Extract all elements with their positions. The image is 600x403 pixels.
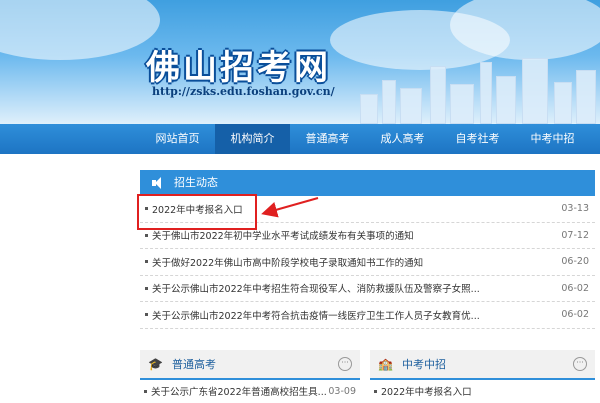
news-item-date: 03-13 <box>561 203 589 215</box>
news-item-title[interactable]: 关于公示佛山市2022年中考招生符合现役军人、消防救援队伍及警察子女照... <box>152 281 555 295</box>
news-item[interactable]: 关于做好2022年佛山市高中阶段学校电子录取通知书工作的通知 06-20 <box>140 249 595 276</box>
more-icon[interactable]: ··· <box>573 357 587 371</box>
nav-item[interactable]: 机构简介 <box>215 124 290 154</box>
more-icon[interactable]: ··· <box>338 357 352 371</box>
list-item-title[interactable]: 关于公示广东省2022年普通高校招生具... <box>151 384 326 398</box>
nav-item[interactable]: 成人高考 <box>365 124 440 154</box>
news-item-date: 06-02 <box>561 309 589 321</box>
graduation-cap-icon: 🎓 <box>148 357 163 371</box>
nav-item[interactable]: 普通高考 <box>290 124 365 154</box>
bullet-icon <box>145 313 148 317</box>
list-item[interactable]: 关于公示广东省2022年普通高校招生具... 03-09 <box>140 380 360 402</box>
highlight-box <box>137 194 257 230</box>
bullet-icon <box>145 260 148 264</box>
gaokao-header: 🎓 普通高考 ··· <box>140 350 360 380</box>
list-item[interactable]: 2022年中考报名入口 <box>370 380 595 402</box>
news-panel-header: 招生动态 <box>140 170 595 196</box>
site-title[interactable]: 佛山招考网 <box>146 40 331 89</box>
bullet-icon <box>144 389 147 393</box>
main-nav: 网站首页 机构简介 普通高考 成人高考 自考社考 中考中招 <box>0 124 600 154</box>
nav-item[interactable]: 自考社考 <box>440 124 515 154</box>
news-item-date: 06-20 <box>561 256 589 268</box>
skyline-illustration <box>340 54 600 124</box>
zhongkao-title[interactable]: 中考中招 <box>402 356 446 372</box>
speaker-icon <box>152 177 166 189</box>
gaokao-title[interactable]: 普通高考 <box>172 356 216 372</box>
news-item[interactable]: 关于公示佛山市2022年中考符合抗击疫情一线医疗卫生工作人员子女教育优... 06… <box>140 302 595 329</box>
bullet-icon <box>145 233 148 237</box>
news-item-date: 06-02 <box>561 282 589 294</box>
cloud-decoration <box>0 0 160 60</box>
news-item-date: 07-12 <box>561 229 589 241</box>
list-item-date: 03-09 <box>328 385 356 397</box>
nav-item[interactable]: 中考中招 <box>515 124 590 154</box>
news-item-title[interactable]: 关于做好2022年佛山市高中阶段学校电子录取通知书工作的通知 <box>152 255 555 269</box>
news-item[interactable]: 关于公示佛山市2022年中考招生符合现役军人、消防救援队伍及警察子女照... 06… <box>140 276 595 302</box>
zhongkao-header: 🏫 中考中招 ··· <box>370 350 595 380</box>
school-icon: 🏫 <box>378 357 393 371</box>
news-item-title[interactable]: 关于公示佛山市2022年中考符合抗击疫情一线医疗卫生工作人员子女教育优... <box>152 308 555 322</box>
site-header: 佛山招考网 http://zsks.edu.foshan.gov.cn/ <box>0 0 600 124</box>
nav-item[interactable]: 网站首页 <box>140 124 215 154</box>
list-item-title[interactable]: 2022年中考报名入口 <box>381 384 595 398</box>
news-item-title[interactable]: 关于佛山市2022年初中学业水平考试成绩发布有关事项的通知 <box>152 228 555 242</box>
bullet-icon <box>145 286 148 290</box>
bullet-icon <box>374 389 377 393</box>
zhongkao-section: 🏫 中考中招 ··· 2022年中考报名入口 <box>370 350 595 398</box>
site-url: http://zsks.edu.foshan.gov.cn/ <box>152 85 335 98</box>
news-panel-title: 招生动态 <box>174 176 218 189</box>
gaokao-section: 🎓 普通高考 ··· 关于公示广东省2022年普通高校招生具... 03-09 <box>140 350 360 398</box>
